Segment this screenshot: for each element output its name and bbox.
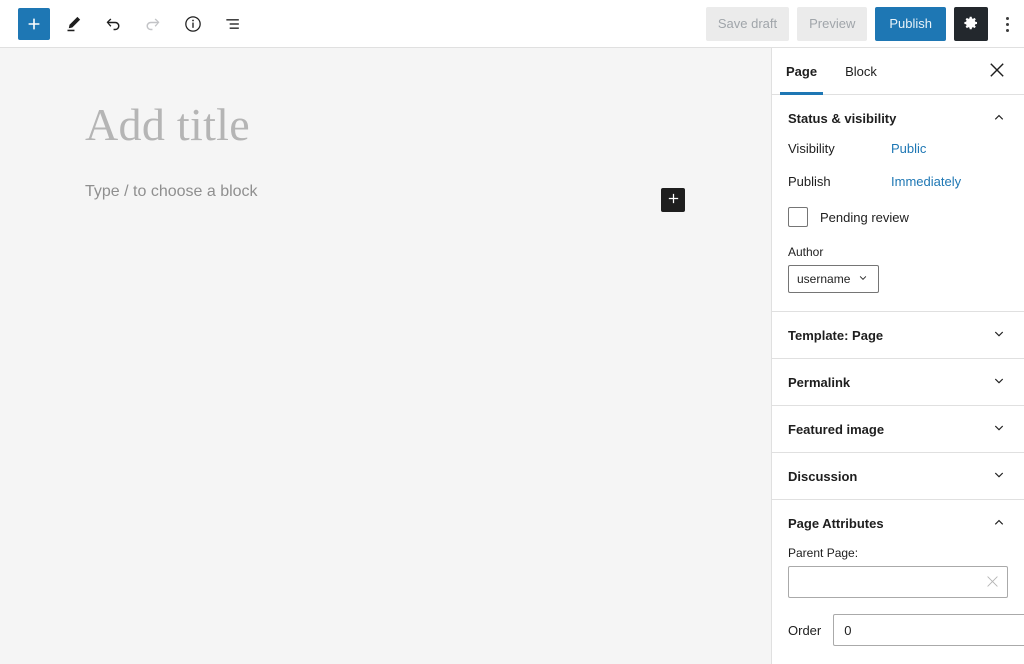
chevron-down-icon — [990, 325, 1008, 346]
order-label: Order — [788, 622, 822, 638]
panel-discussion: Discussion — [772, 453, 1024, 500]
tools-button[interactable] — [56, 7, 90, 41]
author-field: Author username — [788, 245, 1008, 293]
panel-permalink: Permalink — [772, 359, 1024, 406]
panel-permalink-toggle[interactable]: Permalink — [772, 359, 1024, 405]
panel-title: Page Attributes — [788, 515, 884, 531]
info-icon — [183, 14, 203, 34]
redo-icon — [142, 13, 164, 35]
panel-discussion-toggle[interactable]: Discussion — [772, 453, 1024, 499]
chevron-up-icon — [990, 108, 1008, 129]
tab-block[interactable]: Block — [831, 48, 891, 94]
close-small-icon — [986, 575, 998, 590]
pencil-icon — [62, 13, 84, 35]
tab-page[interactable]: Page — [772, 48, 831, 95]
visibility-label: Visibility — [788, 141, 835, 156]
details-button[interactable] — [176, 7, 210, 41]
pending-review-row: Pending review — [788, 207, 1008, 227]
parent-page-input[interactable] — [788, 566, 1008, 598]
panel-featured-image: Featured image — [772, 406, 1024, 453]
panel-template-toggle[interactable]: Template: Page — [772, 312, 1024, 358]
undo-icon — [102, 13, 124, 35]
panel-template: Template: Page — [772, 312, 1024, 359]
sidebar-tabs: Page Block — [772, 48, 1024, 95]
add-block-button[interactable] — [18, 7, 50, 40]
plus-icon — [666, 191, 681, 209]
visibility-row: Visibility Public — [788, 141, 1008, 156]
parent-page-label: Parent Page: — [788, 546, 859, 560]
plus-icon — [25, 15, 43, 33]
editor-canvas[interactable]: Add title Type / to choose a block — [0, 48, 771, 664]
order-field: Order — [788, 614, 1024, 646]
redo-button[interactable] — [136, 7, 170, 41]
post-title-input[interactable]: Add title — [85, 99, 771, 151]
pending-review-label[interactable]: Pending review — [820, 210, 909, 225]
header-actions: Save draft Preview Publish — [705, 0, 1018, 48]
header-toolbar — [0, 7, 250, 41]
publish-label: Publish — [788, 174, 831, 189]
chevron-up-icon — [990, 513, 1008, 534]
close-sidebar-button[interactable] — [980, 48, 1014, 95]
preview-button[interactable]: Preview — [797, 7, 868, 41]
parent-page-field — [788, 566, 1008, 598]
panel-title: Featured image — [788, 421, 885, 437]
chevron-down-icon — [990, 372, 1008, 393]
author-select[interactable]: username — [788, 265, 880, 293]
more-options-button[interactable] — [996, 7, 1018, 41]
list-view-icon — [223, 14, 243, 34]
panel-status-visibility-toggle[interactable]: Status & visibility — [772, 95, 1024, 141]
panel-page-attributes: Page Attributes Parent Page: Order 0 — [772, 500, 1024, 664]
save-draft-button[interactable]: Save draft — [705, 7, 790, 41]
chevron-down-icon — [990, 419, 1008, 440]
more-vertical-icon — [1005, 16, 1009, 32]
panel-status-visibility-body: Visibility Public Publish Immediately Pe… — [772, 141, 1024, 311]
visibility-value-button[interactable]: Public — [891, 141, 926, 156]
chevron-down-icon — [856, 271, 870, 288]
undo-button[interactable] — [96, 7, 130, 41]
author-select-value: username — [797, 272, 851, 286]
panel-title: Permalink — [788, 374, 851, 390]
chevron-down-icon — [990, 466, 1008, 487]
panel-page-attributes-toggle[interactable]: Page Attributes — [772, 500, 1024, 546]
block-inserter-button[interactable] — [661, 188, 685, 212]
wordpress-block-editor: Save draft Preview Publish Add title Typ… — [0, 0, 1024, 664]
panel-featured-image-toggle[interactable]: Featured image — [772, 406, 1024, 452]
panel-title: Template: Page — [788, 327, 884, 343]
panel-title: Status & visibility — [788, 110, 897, 126]
settings-button[interactable] — [954, 7, 988, 41]
publish-date-button[interactable]: Immediately — [891, 174, 961, 189]
editor-header: Save draft Preview Publish — [0, 0, 1024, 48]
author-label: Author — [788, 245, 824, 259]
panel-title: Discussion — [788, 468, 858, 484]
panel-status-visibility: Status & visibility Visibility Public Pu… — [772, 95, 1024, 312]
gear-icon — [962, 14, 980, 35]
list-view-button[interactable] — [216, 7, 250, 41]
settings-sidebar: Page Block Status & visibility Visibilit… — [771, 48, 1024, 664]
publish-date-row: Publish Immediately — [788, 174, 1008, 189]
close-icon — [990, 63, 1004, 80]
parent-page-clear-button[interactable] — [982, 572, 1002, 592]
publish-button[interactable]: Publish — [875, 7, 946, 41]
pending-review-checkbox[interactable] — [788, 207, 808, 227]
panel-page-attributes-body: Parent Page: Order — [772, 546, 1024, 664]
order-input[interactable] — [833, 614, 1024, 646]
